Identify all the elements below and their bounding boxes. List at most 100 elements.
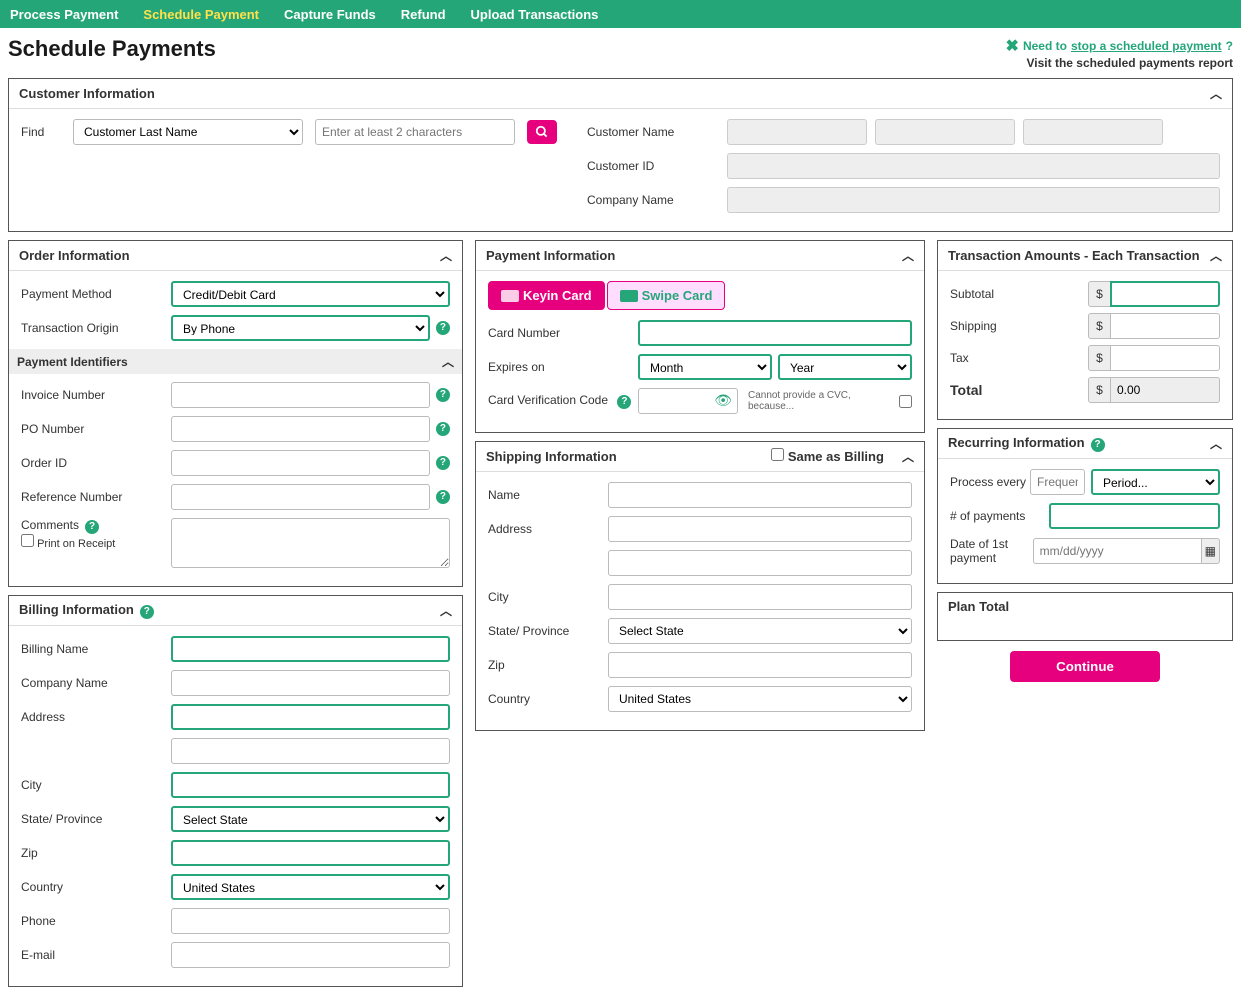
help-icon[interactable]: ? <box>436 388 450 402</box>
total-field <box>1110 377 1220 403</box>
orderid-input[interactable] <box>171 450 430 476</box>
ship-state-select[interactable]: Select State <box>608 618 912 644</box>
payment-info-title: Payment Information <box>486 248 615 263</box>
shipping-input[interactable] <box>1110 313 1220 339</box>
amounts-header[interactable]: Transaction Amounts - Each Transaction ︿ <box>938 241 1232 271</box>
tax-input[interactable] <box>1110 345 1220 371</box>
help-icon[interactable]: ? <box>436 321 450 335</box>
amounts-panel: Transaction Amounts - Each Transaction ︿… <box>937 240 1233 420</box>
billing-company-input[interactable] <box>171 670 450 696</box>
help-icon[interactable]: ? <box>617 395 631 409</box>
help-icon[interactable]: ? <box>140 605 154 619</box>
ship-address2-input[interactable] <box>608 550 912 576</box>
eye-icon[interactable]: 👁 <box>714 392 732 409</box>
ship-name-input[interactable] <box>608 482 912 508</box>
po-input[interactable] <box>171 416 430 442</box>
ref-input[interactable] <box>171 484 430 510</box>
card-icon <box>620 290 638 302</box>
chevron-up-icon: ︿ <box>440 247 452 264</box>
ship-state-label: State/ Province <box>488 624 608 638</box>
payment-method-label: Payment Method <box>21 287 171 301</box>
stop-q: ? <box>1226 39 1233 53</box>
customer-first-field <box>727 119 867 145</box>
tab-swipe-card[interactable]: Swipe Card <box>607 281 726 310</box>
nav-schedule-payment[interactable]: Schedule Payment <box>143 7 259 22</box>
currency-icon: $ <box>1088 313 1110 339</box>
billing-address1-input[interactable] <box>171 704 450 730</box>
stop-need: Need to <box>1023 39 1067 53</box>
chevron-up-icon: ︿ <box>1210 85 1222 102</box>
payments-input[interactable] <box>1049 503 1220 529</box>
shipping-info-header[interactable]: Shipping Information Same as Billing ︿ <box>476 442 924 472</box>
billing-zip-label: Zip <box>21 846 171 860</box>
order-info-header[interactable]: Order Information ︿ <box>9 241 462 271</box>
chevron-up-icon: ︿ <box>442 353 454 370</box>
invoice-input[interactable] <box>171 382 430 408</box>
billing-company-label: Company Name <box>21 676 171 690</box>
continue-button[interactable]: Continue <box>1010 651 1160 682</box>
find-by-select[interactable]: Customer Last Name <box>73 119 303 145</box>
nav-refund[interactable]: Refund <box>401 7 446 22</box>
ship-address1-input[interactable] <box>608 516 912 542</box>
nav-process-payment[interactable]: Process Payment <box>10 7 118 22</box>
tax-label: Tax <box>950 351 1088 365</box>
chevron-up-icon: ︿ <box>1210 247 1222 264</box>
customer-info-header[interactable]: Customer Information ︿ <box>9 79 1232 109</box>
find-input[interactable] <box>315 119 515 145</box>
payment-ids-header[interactable]: Payment Identifiers ︿ <box>9 349 462 374</box>
help-icon[interactable]: ? <box>85 520 99 534</box>
first-date-label: Date of 1st payment <box>950 537 1033 565</box>
billing-zip-input[interactable] <box>171 840 450 866</box>
ref-label: Reference Number <box>21 490 171 504</box>
ship-zip-input[interactable] <box>608 652 912 678</box>
help-icon[interactable]: ? <box>1091 438 1105 452</box>
billing-name-input[interactable] <box>171 636 450 662</box>
tab-keyin-card[interactable]: Keyin Card <box>488 281 605 310</box>
billing-phone-input[interactable] <box>171 908 450 934</box>
exp-year-select[interactable]: Year <box>778 354 912 380</box>
first-date-input[interactable] <box>1033 538 1202 564</box>
same-as-billing-checkbox[interactable] <box>771 448 784 461</box>
calendar-button[interactable]: ▦ <box>1201 538 1220 564</box>
billing-city-input[interactable] <box>171 772 450 798</box>
ship-country-select[interactable]: United States <box>608 686 912 712</box>
help-icon[interactable]: ? <box>436 456 450 470</box>
card-icon <box>501 290 519 302</box>
payment-info-panel: Payment Information ︿ Keyin Card Swipe C… <box>475 240 925 433</box>
top-nav: Process Payment Schedule Payment Capture… <box>0 0 1241 28</box>
plan-total-header[interactable]: Plan Total <box>938 593 1232 620</box>
help-icon[interactable]: ? <box>436 490 450 504</box>
exp-month-select[interactable]: Month <box>638 354 772 380</box>
period-select[interactable]: Period... <box>1091 469 1220 495</box>
chevron-up-icon: ︿ <box>1210 435 1222 452</box>
print-checkbox[interactable] <box>21 534 34 547</box>
frequency-input[interactable] <box>1030 469 1085 495</box>
stop-payment-hint: ✖ Need to stop a scheduled payment ? Vis… <box>1006 36 1233 70</box>
payment-ids-title: Payment Identifiers <box>17 355 128 369</box>
help-icon[interactable]: ? <box>436 422 450 436</box>
company-name-field <box>727 187 1220 213</box>
payments-label: # of payments <box>950 509 1049 523</box>
ship-city-input[interactable] <box>608 584 912 610</box>
ship-name-label: Name <box>488 488 608 502</box>
customer-id-field <box>727 153 1220 179</box>
billing-email-input[interactable] <box>171 942 450 968</box>
billing-state-select[interactable]: Select State <box>171 806 450 832</box>
cvc-na-checkbox[interactable] <box>899 395 912 408</box>
recurring-header[interactable]: Recurring Information? ︿ <box>938 429 1232 459</box>
payment-info-header[interactable]: Payment Information ︿ <box>476 241 924 271</box>
stop-link[interactable]: stop a scheduled payment <box>1071 39 1222 53</box>
amounts-title: Transaction Amounts - Each Transaction <box>948 248 1200 263</box>
search-button[interactable] <box>527 120 557 144</box>
origin-select[interactable]: By Phone <box>171 315 430 341</box>
card-number-input[interactable] <box>638 320 912 346</box>
comments-textarea[interactable] <box>171 518 450 568</box>
find-label: Find <box>21 125 61 139</box>
billing-info-header[interactable]: Billing Information? ︿ <box>9 596 462 626</box>
billing-country-select[interactable]: United States <box>171 874 450 900</box>
subtotal-input[interactable] <box>1110 281 1220 307</box>
nav-capture-funds[interactable]: Capture Funds <box>284 7 376 22</box>
payment-method-select[interactable]: Credit/Debit Card <box>171 281 450 307</box>
nav-upload-transactions[interactable]: Upload Transactions <box>471 7 599 22</box>
billing-address2-input[interactable] <box>171 738 450 764</box>
